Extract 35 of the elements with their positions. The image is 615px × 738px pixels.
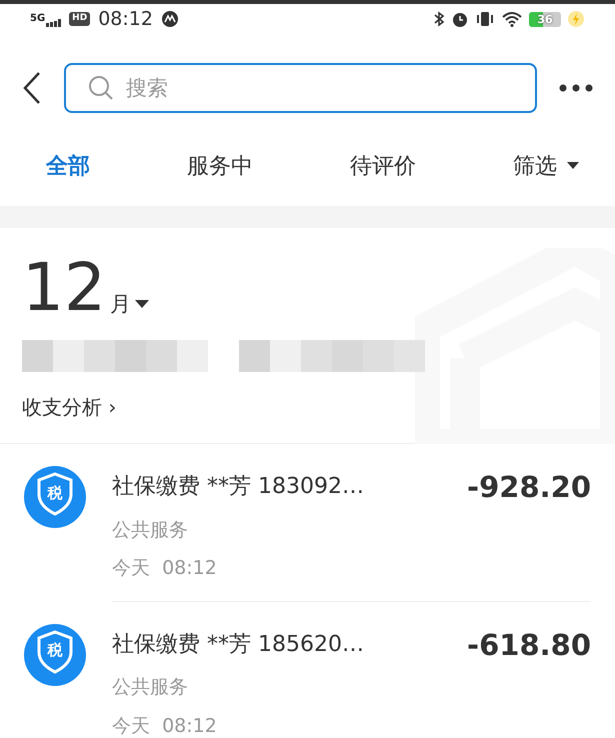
clock-time: 08:12 xyxy=(98,6,153,32)
month-selector[interactable]: 月 xyxy=(110,288,149,320)
signal-icon xyxy=(45,17,64,27)
transaction-title: 社保缴费 **芳 183092… xyxy=(112,473,364,501)
filter-tab[interactable]: 待评价 xyxy=(350,150,416,182)
income-analysis-link[interactable]: 收支分析 › xyxy=(22,392,593,422)
tax-logo-icon: 税 xyxy=(24,624,86,686)
alarm-icon xyxy=(451,10,469,28)
transaction-time: 今天 08:12 xyxy=(112,556,218,581)
network-label: 5G xyxy=(30,14,46,24)
bluetooth-icon xyxy=(433,11,445,27)
search-field[interactable]: 搜索 xyxy=(64,63,537,113)
vibrate-icon xyxy=(475,11,495,27)
more-icon[interactable] xyxy=(559,84,593,92)
filter-tab[interactable]: 服务中 xyxy=(187,150,253,182)
back-icon[interactable] xyxy=(22,71,42,105)
transaction-row[interactable]: 税 社保缴费 **芳 185620… -618.80 公共服务 今天 08:12 xyxy=(0,602,615,738)
charging-icon xyxy=(567,10,585,28)
app-notification-icon xyxy=(160,10,179,28)
filter-tab[interactable]: 全部 xyxy=(46,150,90,182)
tax-logo-icon: 税 xyxy=(24,466,86,528)
transaction-amount: -928.20 xyxy=(467,469,591,506)
wifi-icon xyxy=(501,11,523,27)
hd-badge: HD xyxy=(69,12,90,26)
transaction-category: 公共服务 xyxy=(112,518,189,542)
search-icon xyxy=(88,75,114,101)
transaction-title: 社保缴费 **芳 185620… xyxy=(112,630,364,658)
month-number: 12 xyxy=(22,258,106,318)
transaction-row[interactable]: 税 社保缴费 **芳 183092… -928.20 公共服务 今天 08:12 xyxy=(0,444,615,602)
transaction-category: 公共服务 xyxy=(112,675,189,700)
dropdown-caret-icon xyxy=(567,162,579,170)
transaction-time: 今天 08:12 xyxy=(112,714,218,738)
transaction-amount: -618.80 xyxy=(467,626,591,664)
filter-tab[interactable]: 筛选 xyxy=(513,150,579,182)
caret-icon xyxy=(134,300,149,308)
